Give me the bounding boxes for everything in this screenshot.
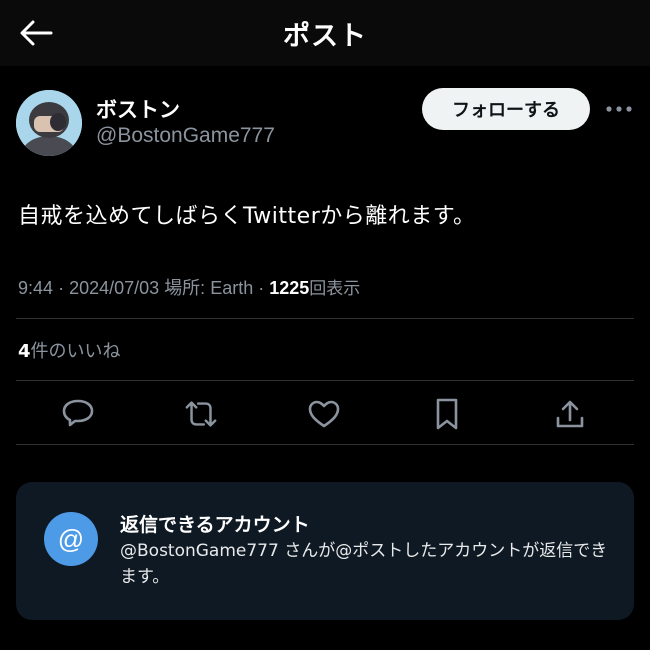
bookmark-button[interactable] <box>429 396 465 432</box>
page-title: ポスト <box>283 21 367 52</box>
avatar-image <box>16 90 82 156</box>
likes-label: 件のいいね <box>30 341 121 362</box>
user-handle[interactable]: @BostonGame777 <box>96 124 275 148</box>
tweet-meta: 9:44 · 2024/07/03 場所: Earth · 1225回表示 <box>18 274 360 300</box>
bookmark-icon <box>436 398 458 430</box>
at-sign-icon: @ <box>44 512 98 566</box>
meta-separator: · <box>58 278 65 298</box>
meta-separator: · <box>258 278 265 298</box>
reply-settings-description: @BostonGame777 さんが@ポストしたアカウントが返信できます。 <box>120 541 608 587</box>
follow-button[interactable]: フォローする <box>422 88 590 130</box>
reply-settings-card: @ 返信できるアカウント @BostonGame777 さんが@ポストしたアカウ… <box>16 482 634 620</box>
more-button[interactable] <box>602 98 636 120</box>
tweet-text: 自戒を込めてしばらくTwitterから離れます。 <box>18 204 476 229</box>
retweet-button[interactable] <box>183 396 219 432</box>
reply-icon <box>62 399 94 427</box>
display-name[interactable]: ボストン <box>96 94 180 124</box>
retweet-icon <box>185 401 217 427</box>
tweet-location: 場所: Earth <box>164 278 254 298</box>
divider <box>16 444 634 445</box>
likes-count: 4 <box>18 341 31 362</box>
views-count: 1225 <box>269 278 310 298</box>
share-icon <box>556 400 584 428</box>
divider <box>16 380 634 381</box>
likes-row[interactable]: 4件のいいね <box>18 337 121 363</box>
tweet-date[interactable]: 2024/07/03 <box>69 278 159 298</box>
top-bar: ポスト <box>0 0 650 66</box>
avatar[interactable] <box>16 90 82 156</box>
more-horizontal-icon <box>606 106 632 112</box>
tweet-time[interactable]: 9:44 <box>18 278 53 298</box>
like-button[interactable] <box>306 396 342 432</box>
reply-button[interactable] <box>60 396 96 432</box>
divider <box>16 318 634 319</box>
views-label: 回表示 <box>309 279 361 299</box>
share-button[interactable] <box>552 396 588 432</box>
heart-icon <box>308 400 340 428</box>
reply-settings-title: 返信できるアカウント <box>120 514 310 536</box>
